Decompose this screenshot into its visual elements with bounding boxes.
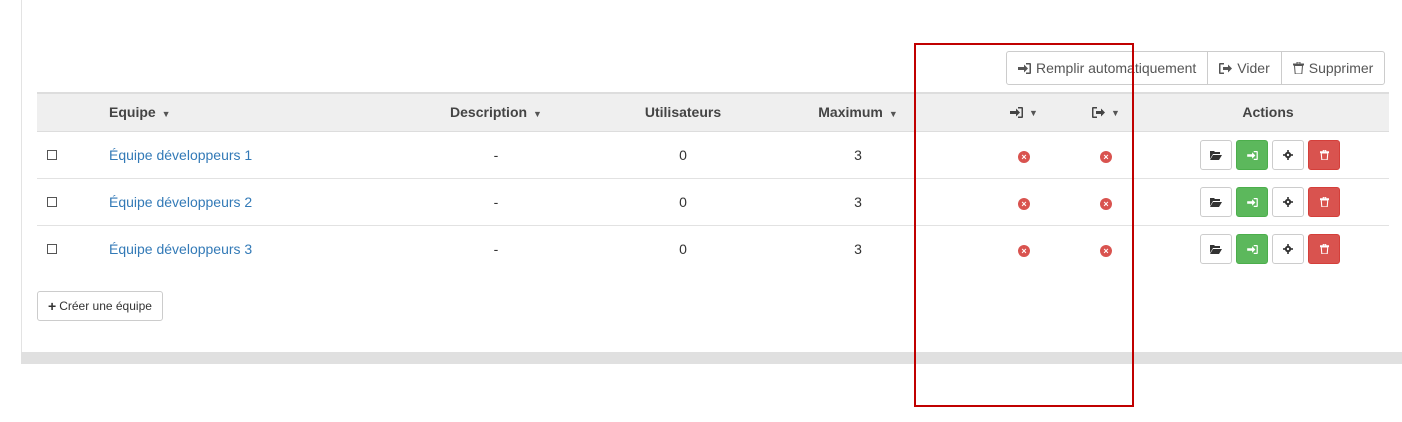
sign-in-icon — [1246, 241, 1258, 257]
teams-table: Equipe ▼ Description ▼ Utilisateurs Maximu… — [37, 92, 1389, 272]
team-link[interactable]: Équipe développeurs 2 — [109, 194, 252, 210]
trash-icon — [1318, 147, 1330, 163]
self-register-cell: × — [983, 131, 1065, 179]
sort-caret-icon: ▼ — [1111, 107, 1120, 118]
sign-in-icon — [1010, 105, 1024, 121]
actions-cell — [1147, 178, 1389, 226]
sort-caret-icon: ▼ — [533, 108, 542, 119]
header-maximum-label: Maximum — [818, 104, 883, 121]
self-unregister-cell: × — [1065, 178, 1147, 226]
self-unregister-cell: × — [1065, 225, 1147, 272]
table-row: Équipe développeurs 1 - 0 3 × × — [37, 131, 1389, 179]
sign-in-icon — [1246, 147, 1258, 163]
empty-button[interactable]: Vider — [1207, 51, 1282, 85]
delete-team-button[interactable] — [1308, 186, 1340, 217]
trash-icon — [1318, 194, 1330, 210]
plus-icon: + — [48, 298, 57, 314]
header-actions: Actions — [1147, 92, 1389, 132]
table-row: Équipe développeurs 3 - 0 3 × × — [37, 225, 1389, 272]
create-team-button[interactable]: + Créer une équipe — [37, 291, 163, 321]
delete-label: Supprimer — [1308, 60, 1374, 76]
gear-icon — [1283, 147, 1293, 163]
sort-caret-icon: ▼ — [161, 108, 171, 119]
bulk-actions-toolbar: Remplir automatiquement Vider Supprimer — [1006, 51, 1386, 85]
description-cell: - — [493, 240, 499, 257]
times-circle-icon: × — [1018, 197, 1030, 210]
times-circle-icon: × — [1018, 150, 1030, 163]
sign-out-icon — [1092, 105, 1106, 121]
header-team[interactable]: Equipe ▼ — [109, 92, 359, 132]
actions-cell — [1147, 225, 1389, 272]
sign-in-icon — [1018, 62, 1031, 74]
delete-team-button[interactable] — [1308, 139, 1340, 170]
join-team-button[interactable] — [1236, 186, 1268, 217]
team-settings-button[interactable] — [1272, 186, 1304, 217]
header-self-register[interactable]: ▼ — [983, 92, 1065, 132]
table-header-row: Equipe ▼ Description ▼ Utilisateurs Maximu… — [37, 92, 1389, 132]
self-unregister-cell: × — [1065, 131, 1147, 179]
users-cell: 0 — [679, 240, 687, 257]
team-name-cell: Équipe développeurs 1 — [109, 131, 359, 179]
empty-label: Vider — [1237, 60, 1270, 76]
users-cell: 0 — [633, 178, 733, 226]
team-name-cell: Équipe développeurs 3 — [109, 225, 359, 272]
header-select — [37, 92, 109, 132]
join-team-button[interactable] — [1236, 233, 1268, 264]
times-circle-icon: × — [1018, 244, 1030, 257]
header-maximum[interactable]: Maximum ▼ — [733, 92, 983, 132]
header-actions-label: Actions — [1242, 104, 1294, 121]
self-register-cell: × — [983, 225, 1065, 272]
join-team-button[interactable] — [1236, 139, 1268, 170]
delete-team-button[interactable] — [1308, 233, 1340, 264]
team-link[interactable]: Équipe développeurs 1 — [109, 147, 252, 163]
header-users-label: Utilisateurs — [644, 104, 722, 121]
create-team-label: Créer une équipe — [59, 299, 152, 313]
open-team-button[interactable] — [1200, 139, 1232, 170]
table-row: Équipe développeurs 2 - 0 3 × × — [37, 178, 1389, 226]
row-select-cell — [37, 178, 109, 226]
maximum-cell: 3 — [854, 240, 862, 257]
trash-icon — [1292, 62, 1304, 74]
open-team-button[interactable] — [1200, 233, 1232, 264]
sign-in-icon — [1246, 194, 1258, 210]
header-team-label: Equipe — [109, 104, 156, 121]
panel-footer-shadow — [21, 352, 1402, 364]
self-register-cell: × — [983, 178, 1065, 226]
team-settings-button[interactable] — [1272, 139, 1304, 170]
header-description[interactable]: Description ▼ — [359, 92, 633, 132]
description-cell: - — [359, 178, 633, 226]
sort-caret-icon: ▼ — [888, 108, 898, 119]
users-cell: 0 — [633, 131, 733, 179]
row-checkbox[interactable] — [47, 243, 57, 254]
maximum-cell: 3 — [733, 131, 983, 179]
team-link[interactable]: Équipe développeurs 3 — [109, 241, 252, 257]
maximum-cell: 3 — [733, 178, 983, 226]
open-team-button[interactable] — [1200, 186, 1232, 217]
actions-cell — [1147, 131, 1389, 179]
folder-open-icon — [1210, 241, 1222, 257]
row-select-cell — [37, 131, 109, 179]
sign-out-icon — [1219, 62, 1233, 74]
row-checkbox[interactable] — [47, 149, 57, 160]
header-description-label: Description — [450, 104, 528, 121]
team-name-cell: Équipe développeurs 2 — [109, 178, 359, 226]
folder-open-icon — [1210, 147, 1222, 163]
description-cell: - — [359, 131, 633, 179]
autofill-button[interactable]: Remplir automatiquement — [1006, 51, 1209, 85]
row-select-cell — [37, 225, 109, 272]
row-checkbox[interactable] — [47, 196, 57, 207]
times-circle-icon: × — [1100, 150, 1112, 163]
sort-caret-icon: ▼ — [1029, 107, 1038, 118]
delete-button[interactable]: Supprimer — [1280, 51, 1386, 85]
gear-icon — [1283, 241, 1293, 257]
team-settings-button[interactable] — [1272, 233, 1304, 264]
times-circle-icon: × — [1100, 244, 1112, 257]
trash-icon — [1318, 241, 1330, 257]
folder-open-icon — [1210, 194, 1222, 210]
times-circle-icon: × — [1100, 197, 1112, 210]
autofill-label: Remplir automatiquement — [1036, 60, 1197, 76]
header-self-unregister[interactable]: ▼ — [1065, 92, 1147, 132]
gear-icon — [1283, 194, 1293, 210]
header-users: Utilisateurs — [633, 92, 733, 132]
